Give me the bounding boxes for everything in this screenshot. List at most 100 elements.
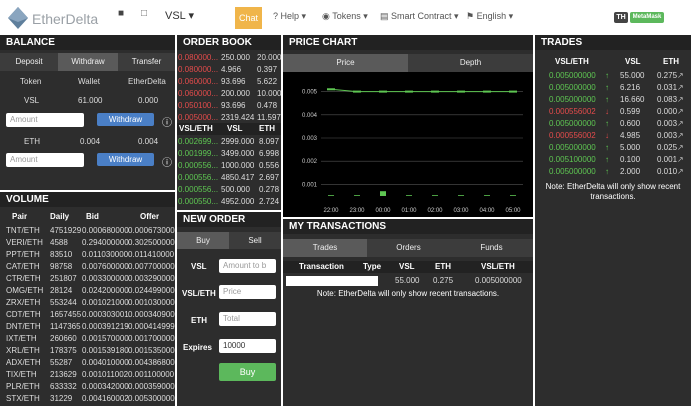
table-row[interactable]: CAT/ETH 98758 0.007600000 0.007700000 [0,261,175,273]
x-tick-label: 05:00 [505,208,521,214]
tokens-menu[interactable]: ◉ Tokens ▾ [322,11,368,22]
table-row[interactable]: PPT/ETH 83510 0.011030000 0.011410000 [0,249,175,261]
price-field[interactable]: Price [219,285,276,299]
balance-title: BALANCE [0,35,175,50]
ask-total: 5.622 [257,77,278,86]
orderbook-ask-row[interactable]: 0.080000... 250.000 20.000 [177,52,281,64]
amount-input-eth[interactable]: Amount [6,153,84,167]
volume-daily: 553244 [50,298,77,307]
tab-withdraw[interactable]: Withdraw [58,53,118,71]
orderbook-ask-row[interactable]: 0.080000... 4.966 0.397 [177,64,281,76]
external-link-icon[interactable]: ↗ [677,70,684,82]
volume-pair: TIX/ETH [6,370,37,379]
arrow-down-icon: ↓ [605,131,609,140]
table-row[interactable]: 0.005000000 ↑ 6.216 0.031 ↗ [535,82,691,94]
table-row[interactable]: 0.005000000 ↑ 0.600 0.003 ↗ [535,118,691,130]
tab-sell[interactable]: Sell [229,232,281,249]
table-row[interactable]: OMG/ETH 28124 0.024200000 0.024499000 [0,285,175,297]
table-row[interactable]: 0.005000000 ↑ 5.000 0.025 ↗ [535,142,691,154]
external-link-icon[interactable]: ↗ [677,154,684,166]
language-menu[interactable]: ⚑ English ▾ [466,11,513,22]
orderbook-bid-row[interactable]: 0.000550...500.000 0.275 [177,208,281,210]
tab-depth[interactable]: Depth [408,54,533,72]
external-link-icon[interactable]: ↗ [677,82,684,94]
square-outline-icon[interactable]: □ [141,8,147,19]
table-row[interactable]: DNT/ETH 1147365 0.000391219 0.000414999 [0,321,175,333]
help-menu[interactable]: ? Help ▾ [273,11,306,22]
external-link-icon[interactable]: ↗ [677,94,684,106]
orderbook-bid-row[interactable]: 0.002699... 2999.000 8.097 [177,136,281,148]
tab-price[interactable]: Price [283,54,408,72]
table-row[interactable]: PLR/ETH 633332 0.000342000 0.000359000 [0,381,175,393]
trade-total: 0.275 [657,71,678,80]
account-badge[interactable]: TH [614,12,628,23]
table-row[interactable]: TNT/ETH 4751929 0.000680000 0.000673000 [0,225,175,237]
table-row[interactable]: STX/ETH 31229 0.004160002 0.005300000 [0,393,175,405]
table-row[interactable]: VERI/ETH 4588 0.294000000 0.302500000 [0,237,175,249]
table-row[interactable]: CDT/ETH 1657455 0.000303001 0.000340900 [0,309,175,321]
table-row[interactable]: 0.005100000 ↑ 0.100 0.001 ↗ [535,154,691,166]
tab-transfer[interactable]: Transfer [118,53,175,71]
arrow-up-icon: ↑ [605,119,609,128]
external-link-icon[interactable]: ↗ [677,130,684,142]
ask-amount: 200.000 [221,89,250,98]
chat-button[interactable]: Chat [235,7,262,29]
amount-input-vsl[interactable]: Amount [6,113,84,127]
smart-contract-menu[interactable]: ▤ Smart Contract ▾ [380,11,459,22]
orderbook-ask-row[interactable]: 0.060000... 200.000 10.000 [177,88,281,100]
table-row[interactable]: TIX/ETH 213629 0.001011002 0.001100000 [0,369,175,381]
table-row[interactable]: IXT/ETH 260660 0.001570000 0.001700000 [0,333,175,345]
withdraw-button-vsl[interactable]: Withdraw [97,113,154,126]
table-row[interactable]: 0.000556002 ↓ 4.985 0.003 ↗ [535,130,691,142]
label-vsl: VSL [191,262,207,271]
new-order-title: NEW ORDER [177,212,281,227]
orderbook-ask-row[interactable]: 0.050100... 93.696 0.478 [177,100,281,112]
table-row[interactable]: XRL/ETH 178375 0.001539180 0.001535000 [0,345,175,357]
bid-amount: 4850.417 [221,173,255,182]
expires-field[interactable]: 10000 [219,339,276,353]
volume-offer: 0.001535000 [128,346,175,355]
amount-field[interactable]: Amount to b [219,259,276,273]
trade-amount: 0.100 [620,155,641,164]
price-chart-panel: PRICE CHART Price Depth 0.005 0.004 0.003 0… [283,35,533,217]
table-row[interactable]: 0.005000000 ↑ 16.660 0.083 ↗ [535,94,691,106]
table-row[interactable]: ADX/ETH 55287 0.004010000 0.004386800 [0,357,175,369]
info-icon[interactable]: ⓘ [162,114,172,129]
square-icon[interactable]: ■ [118,8,124,19]
volume-pair: CDT/ETH [6,310,41,319]
tab-orders[interactable]: Orders [367,239,450,257]
external-link-icon[interactable]: ↗ [677,166,684,178]
tab-buy[interactable]: Buy [177,232,229,249]
table-row[interactable]: 55.000 0.275 0.005000000 [283,275,533,287]
external-link-icon[interactable]: ↗ [677,106,684,118]
orderbook-bid-row[interactable]: 0.001999... 3499.000 6.998 [177,148,281,160]
external-link-icon[interactable]: ↗ [677,142,684,154]
table-row[interactable]: ZRX/ETH 553244 0.001021000 0.001030000 [0,297,175,309]
candle [457,90,465,93]
ask-price: 0.080000... [178,53,219,62]
info-icon[interactable]: ⓘ [162,154,172,169]
transaction-link[interactable] [286,276,378,286]
orderbook-bid-row[interactable]: 0.000556... 4850.417 2.697 [177,172,281,184]
table-row[interactable]: 0.005000000 ↑ 55.000 0.275 ↗ [535,70,691,82]
total-field[interactable]: Total [219,312,276,326]
table-row[interactable]: 0.000556002 ↓ 0.599 0.000 ↗ [535,106,691,118]
orderbook-bid-row[interactable]: 0.000556... 500.000 0.278 [177,184,281,196]
buy-button[interactable]: Buy [219,363,276,381]
orderbook-bid-row[interactable]: 0.000556... 1000.000 0.556 [177,160,281,172]
label-expires: Expires [183,343,212,352]
metamask-badge[interactable]: MetaMask [630,12,664,23]
tab-funds[interactable]: Funds [450,239,533,257]
tab-deposit[interactable]: Deposit [0,53,58,71]
external-link-icon[interactable]: ↗ [677,118,684,130]
brand-logo[interactable]: EtherDelta [8,7,98,29]
withdraw-button-eth[interactable]: Withdraw [97,153,154,166]
table-row[interactable]: 0.005000000 ↑ 2.000 0.010 ↗ [535,166,691,178]
token-selector[interactable]: VSL ▾ [165,9,194,22]
orderbook-ask-row[interactable]: 0.060000... 93.696 5.622 [177,76,281,88]
orderbook-bid-row[interactable]: 0.000550... 4952.000 2.724 [177,196,281,208]
table-row[interactable]: CTR/ETH 251807 0.003300000 0.003290000 [0,273,175,285]
trade-price: 0.005000000 [549,83,596,92]
tab-trades[interactable]: Trades [283,239,367,257]
price-chart[interactable]: 0.005 0.004 0.003 0.002 0.001 22:00 23:00 00:00… [283,72,533,217]
